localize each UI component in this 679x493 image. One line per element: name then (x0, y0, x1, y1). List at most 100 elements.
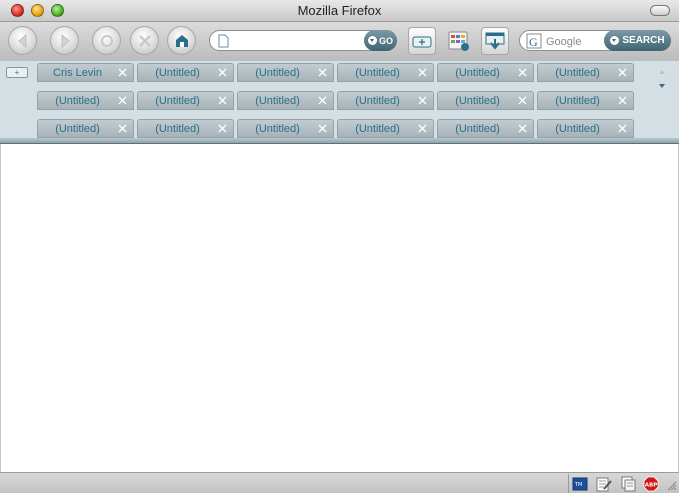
tab-scroll-arrows[interactable] (657, 67, 667, 91)
tab-label: (Untitled) (55, 122, 100, 135)
tab-close-button[interactable] (415, 94, 429, 108)
close-icon (618, 68, 626, 77)
reload-button[interactable] (92, 26, 121, 55)
edit-icon[interactable] (596, 476, 612, 492)
tab[interactable]: (Untitled) (537, 91, 634, 110)
tab[interactable]: (Untitled) (237, 91, 334, 110)
close-icon (118, 124, 126, 133)
stop-icon (138, 34, 151, 47)
close-icon (118, 96, 126, 105)
tab[interactable]: (Untitled) (137, 91, 234, 110)
svg-text:G: G (529, 35, 538, 49)
home-icon (175, 34, 188, 47)
tab[interactable]: (Untitled) (37, 91, 134, 110)
resize-grip-icon[interactable] (665, 479, 677, 491)
tab-close-button[interactable] (615, 122, 629, 136)
tab[interactable]: Cris Levin (37, 63, 134, 82)
tab-close-button[interactable] (215, 122, 229, 136)
tab[interactable]: (Untitled) (437, 91, 534, 110)
tab-label: (Untitled) (255, 122, 300, 135)
close-icon (218, 68, 226, 77)
chevron-down-icon[interactable] (659, 84, 665, 88)
tab[interactable]: (Untitled) (137, 119, 234, 138)
tab[interactable]: (Untitled) (537, 63, 634, 82)
new-tab-button[interactable] (408, 27, 436, 55)
close-icon (418, 68, 426, 77)
tab[interactable]: (Untitled) (37, 119, 134, 138)
tab[interactable]: (Untitled) (437, 119, 534, 138)
tab-close-button[interactable] (415, 122, 429, 136)
tab-close-button[interactable] (615, 94, 629, 108)
new-tab-icon (412, 36, 432, 48)
search-input[interactable] (546, 34, 606, 49)
tab[interactable]: (Untitled) (137, 63, 234, 82)
close-icon (418, 96, 426, 105)
chevron-down-icon (610, 36, 620, 45)
tab-label: (Untitled) (455, 122, 500, 135)
url-bar[interactable]: GO (209, 30, 397, 51)
tab-close-button[interactable] (115, 94, 129, 108)
close-icon (318, 96, 326, 105)
tab-close-button[interactable] (415, 66, 429, 80)
grid-icon (448, 31, 469, 51)
tab-close-button[interactable] (215, 94, 229, 108)
bookmark-icon[interactable]: TM (572, 476, 588, 492)
tab-close-button[interactable] (615, 66, 629, 80)
tab-label: (Untitled) (255, 66, 300, 79)
back-button[interactable] (8, 26, 37, 55)
adblock-icon[interactable]: ABP (643, 476, 659, 492)
download-button[interactable] (481, 27, 509, 55)
tab-close-button[interactable] (315, 94, 329, 108)
tab-close-button[interactable] (115, 66, 129, 80)
toolbar-toggle-button[interactable] (650, 5, 670, 16)
tab-close-button[interactable] (515, 66, 529, 80)
tab-label: (Untitled) (455, 66, 500, 79)
title-bar: Mozilla Firefox (0, 0, 679, 22)
tab-label: Cris Levin (53, 66, 102, 79)
url-input[interactable] (234, 33, 364, 48)
tab[interactable]: (Untitled) (237, 119, 334, 138)
search-bar[interactable]: G SEARCH (519, 30, 671, 51)
tab-close-button[interactable] (515, 122, 529, 136)
navigation-toolbar: GO G SEARCH (0, 22, 679, 60)
page-content[interactable] (0, 144, 679, 472)
tab[interactable]: (Untitled) (337, 119, 434, 138)
tab-label: (Untitled) (155, 122, 200, 135)
tab[interactable]: (Untitled) (337, 91, 434, 110)
close-icon (418, 124, 426, 133)
stop-button[interactable] (130, 26, 159, 55)
tab-close-button[interactable] (515, 94, 529, 108)
tab-close-button[interactable] (315, 122, 329, 136)
google-icon: G (526, 33, 542, 49)
tab[interactable]: (Untitled) (537, 119, 634, 138)
go-label: GO (378, 35, 393, 46)
chevron-up-icon[interactable] (659, 70, 665, 74)
close-icon (318, 68, 326, 77)
plus-icon: + (14, 68, 20, 77)
close-icon (218, 124, 226, 133)
tab-close-button[interactable] (215, 66, 229, 80)
tab-close-button[interactable] (315, 66, 329, 80)
tab-label: (Untitled) (155, 94, 200, 107)
tab[interactable]: (Untitled) (337, 63, 434, 82)
tab-label: (Untitled) (555, 122, 600, 135)
tab-strip: + Cris Levin (Untitled) (Untitled) (Unti… (0, 60, 679, 140)
grid-button[interactable] (445, 27, 473, 55)
new-tab-mini-button[interactable]: + (6, 67, 28, 78)
tab[interactable]: (Untitled) (237, 63, 334, 82)
close-icon (618, 96, 626, 105)
search-label: SEARCH (622, 35, 665, 46)
notes-icon[interactable] (620, 476, 636, 492)
tab-label: (Untitled) (355, 66, 400, 79)
search-button[interactable]: SEARCH (604, 30, 671, 51)
home-button[interactable] (167, 26, 196, 55)
tab[interactable]: (Untitled) (437, 63, 534, 82)
forward-button[interactable] (50, 26, 79, 55)
tab-label: (Untitled) (355, 94, 400, 107)
tab-label: (Untitled) (255, 94, 300, 107)
close-icon (618, 124, 626, 133)
go-button[interactable]: GO (364, 30, 397, 51)
chevron-down-icon (367, 36, 377, 45)
back-icon (17, 33, 26, 48)
tab-close-button[interactable] (115, 122, 129, 136)
